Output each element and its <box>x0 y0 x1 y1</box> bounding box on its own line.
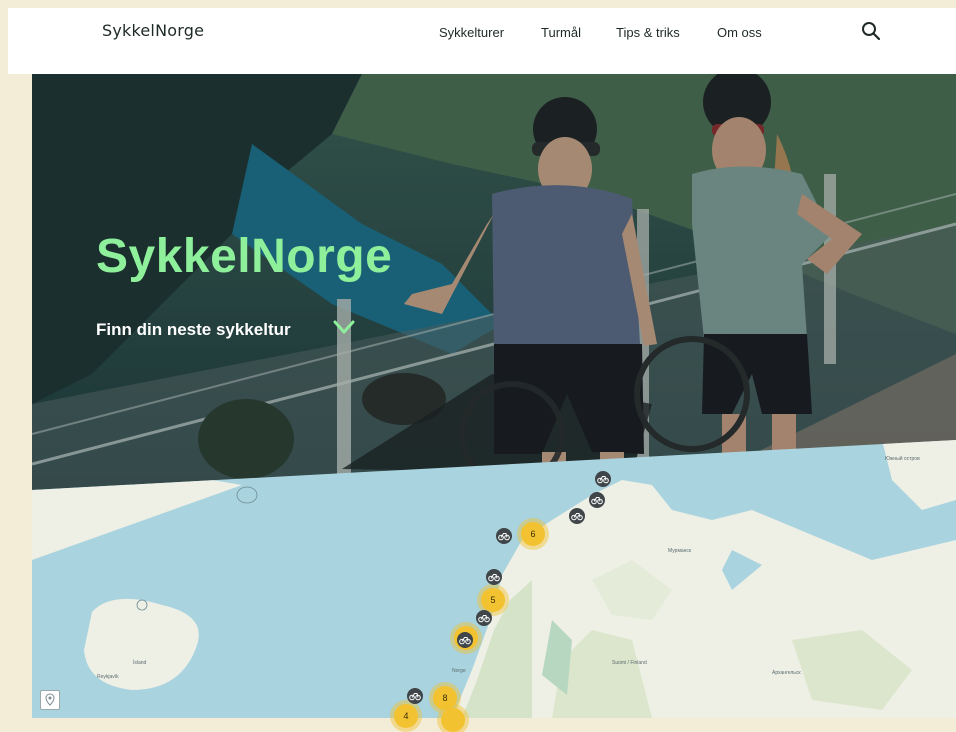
map-label-finland: Suomi / Finland <box>612 660 647 666</box>
map-label-iceland: Ísland <box>133 660 147 666</box>
map-label-south-island: Южный остров <box>885 456 920 462</box>
bike-pin[interactable] <box>476 610 492 626</box>
nav-om-oss[interactable]: Om oss <box>717 25 762 40</box>
bicycle-icon <box>498 533 510 541</box>
chevron-down-icon[interactable] <box>332 318 356 336</box>
site-header: SykkelNorge Sykkelturer Turmål Tips & tr… <box>8 8 956 74</box>
bicycle-icon <box>478 615 490 623</box>
search-icon[interactable] <box>860 20 882 42</box>
bike-pin[interactable] <box>486 569 502 585</box>
hero-title: SykkelNorge <box>96 230 393 283</box>
bicycle-icon <box>571 513 583 521</box>
hero-banner: SykkelNorge Finn din neste sykkeltur <box>32 74 956 494</box>
map-cluster[interactable]: 5 <box>481 588 505 612</box>
locate-button[interactable] <box>40 690 60 710</box>
bike-pin[interactable] <box>496 528 512 544</box>
bike-pin[interactable] <box>569 508 585 524</box>
nav-sykkelturer[interactable]: Sykkelturer <box>439 25 504 40</box>
bike-pin[interactable] <box>407 688 423 704</box>
bicycle-icon <box>591 497 603 505</box>
site-logo[interactable]: SykkelNorge <box>102 21 204 40</box>
hero-subtitle: Finn din neste sykkeltur <box>96 320 291 339</box>
bike-pin[interactable] <box>589 492 605 508</box>
map-cluster[interactable]: 8 <box>433 686 457 710</box>
map-label-norge: Norge <box>452 668 466 674</box>
nav-turmal[interactable]: Turmål <box>541 25 581 40</box>
map-cluster[interactable]: 6 <box>521 522 545 546</box>
map-label-reykjavik: Reykjavík <box>97 674 119 680</box>
map-label-arkhangelsk: Архангельск <box>772 670 801 676</box>
bicycle-icon <box>459 637 471 645</box>
nav-tips-triks[interactable]: Tips & triks <box>616 25 680 40</box>
bike-pin[interactable] <box>457 632 473 648</box>
location-pin-icon <box>45 693 55 706</box>
bicycle-icon <box>597 476 609 484</box>
map-cluster[interactable]: 4 <box>394 704 418 728</box>
hero-photo <box>32 74 956 494</box>
bicycle-icon <box>409 693 421 701</box>
bicycle-icon <box>488 574 500 582</box>
map-label-murmansk: Мурманск <box>668 548 692 554</box>
bike-pin[interactable] <box>595 471 611 487</box>
map-cluster[interactable] <box>441 708 465 732</box>
